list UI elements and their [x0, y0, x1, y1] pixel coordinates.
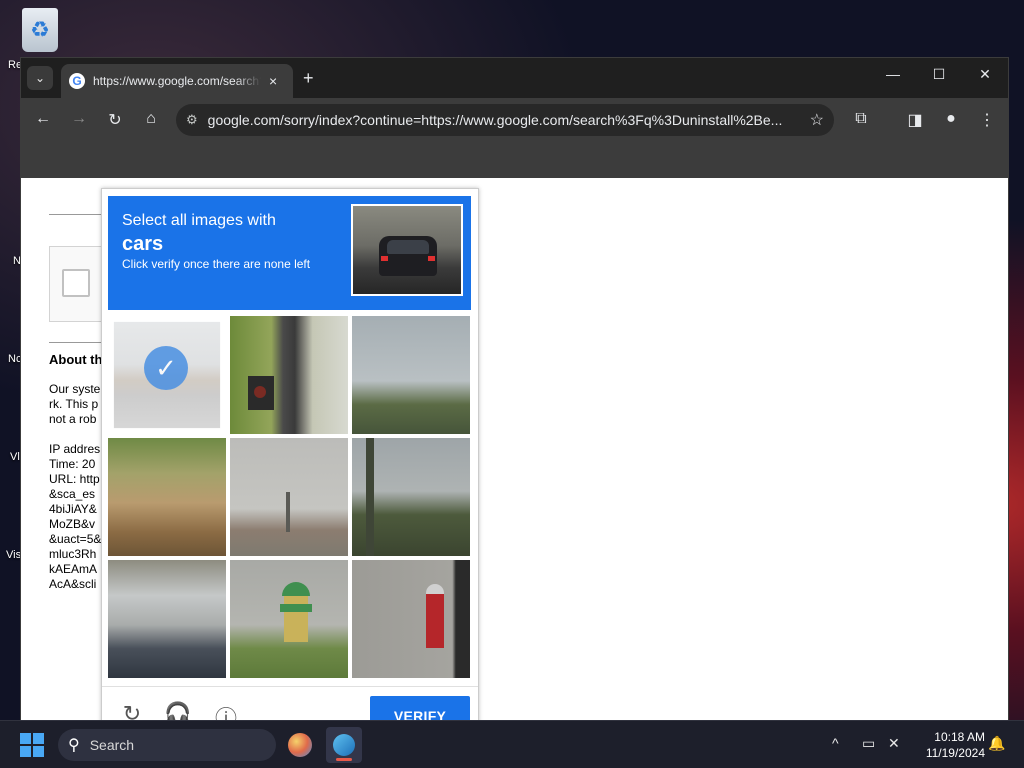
recaptcha-checkbox[interactable] — [62, 269, 90, 297]
bookmarks-bar — [21, 142, 1008, 178]
reload-icon[interactable]: ↻ — [118, 701, 146, 721]
paint-app-icon[interactable] — [282, 727, 318, 763]
info-line: AcA&scli — [49, 577, 97, 591]
browser-app-icon[interactable] — [326, 727, 362, 763]
forward-button[interactable]: → — [67, 110, 91, 128]
sound-muted-icon[interactable]: ✕ — [888, 735, 900, 752]
sample-car-image — [351, 204, 463, 296]
bookmark-star-icon[interactable]: ☆ — [810, 110, 824, 130]
site-info-icon[interactable]: ⚙ — [186, 112, 198, 128]
image-tile[interactable] — [230, 560, 348, 678]
about-heading: About th — [49, 352, 103, 367]
page-viewport: About th Our syste rk. This p not a rob … — [21, 178, 1008, 721]
image-tile[interactable] — [352, 560, 470, 678]
audio-icon[interactable]: 🎧 — [164, 701, 192, 721]
new-tab-button[interactable]: + — [303, 68, 314, 89]
desktop-icon-label: Vl — [10, 451, 20, 463]
network-icon[interactable]: ▭ — [862, 735, 875, 752]
recaptcha-widget — [49, 246, 109, 322]
divider — [102, 686, 478, 687]
desktop-icon-label: Vis — [6, 549, 22, 561]
challenge-header: Select all images with cars Click verify… — [108, 196, 471, 310]
clock[interactable]: 10:18 AM 11/19/2024 — [905, 729, 985, 761]
image-tile[interactable]: ✓ — [108, 316, 226, 434]
info-icon[interactable]: ⓘ — [212, 701, 240, 721]
page-paragraph-line: not a rob — [49, 412, 97, 426]
browser-toolbar: ← → ↻ ⌂ ⚙ google.com/sorry/index?continu… — [21, 98, 1008, 142]
tab-google-search[interactable]: G https://www.google.com/search?q=uninst… — [61, 64, 293, 98]
page-paragraph-line: Our syste — [49, 382, 101, 396]
image-tile[interactable] — [352, 438, 470, 556]
notifications-bell-icon[interactable]: 🔔 — [988, 735, 1005, 752]
info-line: URL: http — [49, 472, 100, 486]
google-favicon-icon: G — [69, 73, 85, 89]
search-placeholder: Search — [89, 737, 135, 753]
taskbar: ⚲ Search ^ ▭ ✕ 10:18 AM 11/19/2024 🔔 — [0, 720, 1024, 768]
side-panel-icon[interactable]: ◨ — [903, 110, 927, 130]
browser-window: ⌄ G https://www.google.com/search?q=unin… — [20, 57, 1009, 721]
challenge-instruction: Select all images with — [122, 212, 276, 229]
minimize-button[interactable]: — — [881, 66, 905, 82]
url-text[interactable]: google.com/sorry/index?continue=https://… — [208, 112, 802, 128]
challenge-target: cars — [122, 233, 164, 255]
info-line: &sca_es — [49, 487, 96, 501]
menu-icon[interactable]: ⋮ — [975, 110, 999, 130]
image-grid: ✓ — [108, 316, 471, 679]
extensions-icon[interactable]: ⧉ — [849, 110, 873, 128]
challenge-subtext: Click verify once there are none left — [122, 257, 311, 271]
back-button[interactable]: ← — [31, 110, 55, 128]
recycle-bin-icon[interactable]: ♻ — [22, 8, 58, 52]
search-icon: ⚲ — [68, 737, 80, 754]
tab-strip: ⌄ G https://www.google.com/search?q=unin… — [21, 58, 1008, 98]
info-line: Time: 20 — [49, 457, 96, 471]
maximize-button[interactable]: ☐ — [927, 66, 951, 83]
close-window-button[interactable]: ✕ — [973, 66, 997, 83]
tab-search-button[interactable]: ⌄ — [27, 66, 53, 90]
info-line: mluc3Rh — [49, 547, 97, 561]
profile-icon[interactable]: ● — [939, 110, 963, 128]
verify-button[interactable]: VERIFY — [370, 696, 470, 721]
image-tile[interactable] — [230, 316, 348, 434]
divider — [49, 342, 109, 343]
show-hidden-icons-chevron-icon[interactable]: ^ — [832, 735, 839, 751]
reload-button[interactable]: ↻ — [103, 110, 127, 130]
captcha-challenge: Select all images with cars Click verify… — [101, 188, 479, 721]
info-line: &uact=5& — [49, 532, 102, 546]
info-line: kAEAmA — [49, 562, 98, 576]
info-line: IP addres — [49, 442, 101, 456]
clock-date: 11/19/2024 — [925, 746, 985, 760]
taskbar-search[interactable]: ⚲ Search — [58, 729, 276, 761]
address-bar[interactable]: ⚙ google.com/sorry/index?continue=https:… — [176, 104, 834, 136]
info-line: 4biJiAY& — [49, 502, 97, 516]
start-button[interactable] — [20, 733, 44, 757]
image-tile[interactable] — [230, 438, 348, 556]
tab-title: https://www.google.com/search?q=uninstal… — [93, 74, 261, 88]
check-icon: ✓ — [144, 346, 188, 390]
image-tile[interactable] — [108, 560, 226, 678]
info-line: MoZB&v — [49, 517, 96, 531]
image-tile[interactable] — [352, 316, 470, 434]
image-tile[interactable] — [108, 438, 226, 556]
home-button[interactable]: ⌂ — [139, 110, 163, 128]
clock-time: 10:18 AM — [934, 730, 985, 744]
divider — [49, 214, 109, 215]
page-paragraph-line: rk. This p — [49, 397, 99, 411]
close-tab-icon[interactable]: × — [269, 73, 277, 89]
